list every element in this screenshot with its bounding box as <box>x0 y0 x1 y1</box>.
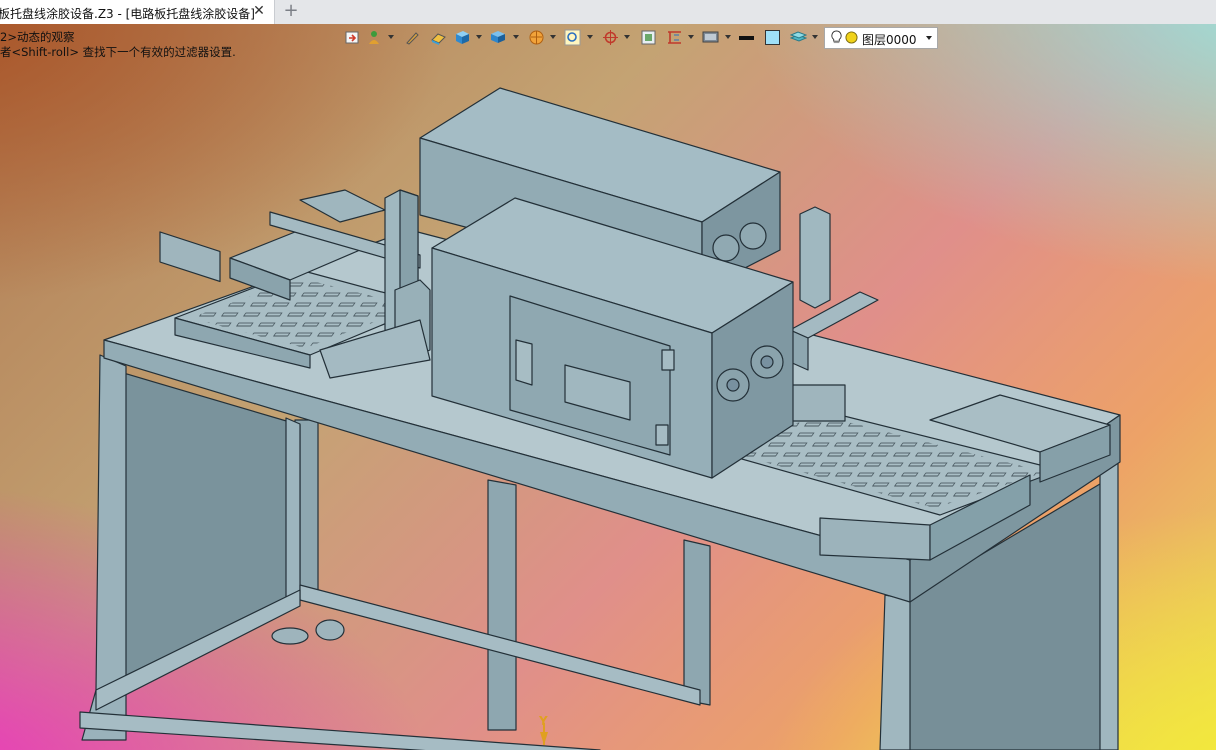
document-tab-title: 板托盘线涂胶设备.Z3 - [电路板托盘线涂胶设备] <box>0 7 255 21</box>
bottom-rail-front <box>79 711 601 750</box>
left-motor <box>159 231 221 283</box>
right-motor <box>789 384 846 422</box>
status-hint-line1: 2>动态的观察 <box>0 30 75 44</box>
door-handle <box>515 339 533 386</box>
middle-leg-right <box>683 539 711 706</box>
zoom-icon[interactable] <box>564 29 581 46</box>
caster-wheel <box>271 627 309 645</box>
fan-icon <box>739 222 767 250</box>
layer-select-value: 图层0000 <box>862 33 917 47</box>
document-tab[interactable]: 板托盘线涂胶设备.Z3 - [电路板托盘线涂胶设备] ✕ <box>0 0 275 24</box>
view-toolbar: 图层0000 <box>340 27 940 49</box>
cube-icon[interactable] <box>454 29 471 46</box>
layer-select[interactable]: 图层0000 <box>824 27 938 49</box>
close-icon[interactable]: ✕ <box>251 3 267 19</box>
line-weight-icon[interactable] <box>738 29 755 46</box>
status-hint-line2: 者<Shift-roll> 查找下一个有效的过滤器设置. <box>0 45 236 59</box>
door-hinge <box>661 349 675 371</box>
fit-view-icon[interactable] <box>640 29 657 46</box>
axis-label-y: Y <box>539 714 548 728</box>
view-cube-icon[interactable] <box>490 29 507 46</box>
door-hinge <box>655 424 669 446</box>
layers-icon[interactable] <box>790 29 807 46</box>
right-column <box>799 206 831 309</box>
left-gantry-arm <box>299 189 386 223</box>
layer-state-icon <box>845 31 858 44</box>
document-tab-bar: 板托盘线涂胶设备.Z3 - [电路板托盘线涂胶设备] ✕ + <box>0 0 1216 25</box>
monitor-icon[interactable] <box>702 29 719 46</box>
import-icon[interactable] <box>344 29 361 46</box>
pencil-icon[interactable] <box>404 29 421 46</box>
right-rear-leg <box>1099 461 1119 750</box>
color-swatch-icon[interactable] <box>764 29 781 46</box>
3d-viewport[interactable]: 2>动态的观察 者<Shift-roll> 查找下一个有效的过滤器设置. Y 图… <box>0 24 1216 750</box>
user-pointer-icon[interactable] <box>366 29 383 46</box>
dimension-icon[interactable] <box>666 29 683 46</box>
caster-wheel <box>315 619 345 641</box>
machine-model[interactable] <box>0 24 1216 750</box>
tray-right-front <box>819 517 931 561</box>
snap-target-icon[interactable] <box>602 29 619 46</box>
fan-icon <box>712 234 740 262</box>
middle-leg <box>487 479 517 731</box>
right-front-leg <box>879 594 911 750</box>
chevron-down-icon[interactable] <box>926 36 932 40</box>
lightbulb-icon <box>831 30 842 44</box>
left-rear-post <box>285 417 301 599</box>
eraser-icon[interactable] <box>430 29 447 46</box>
new-tab-button[interactable]: + <box>282 2 300 20</box>
render-sphere-icon[interactable] <box>528 29 545 46</box>
